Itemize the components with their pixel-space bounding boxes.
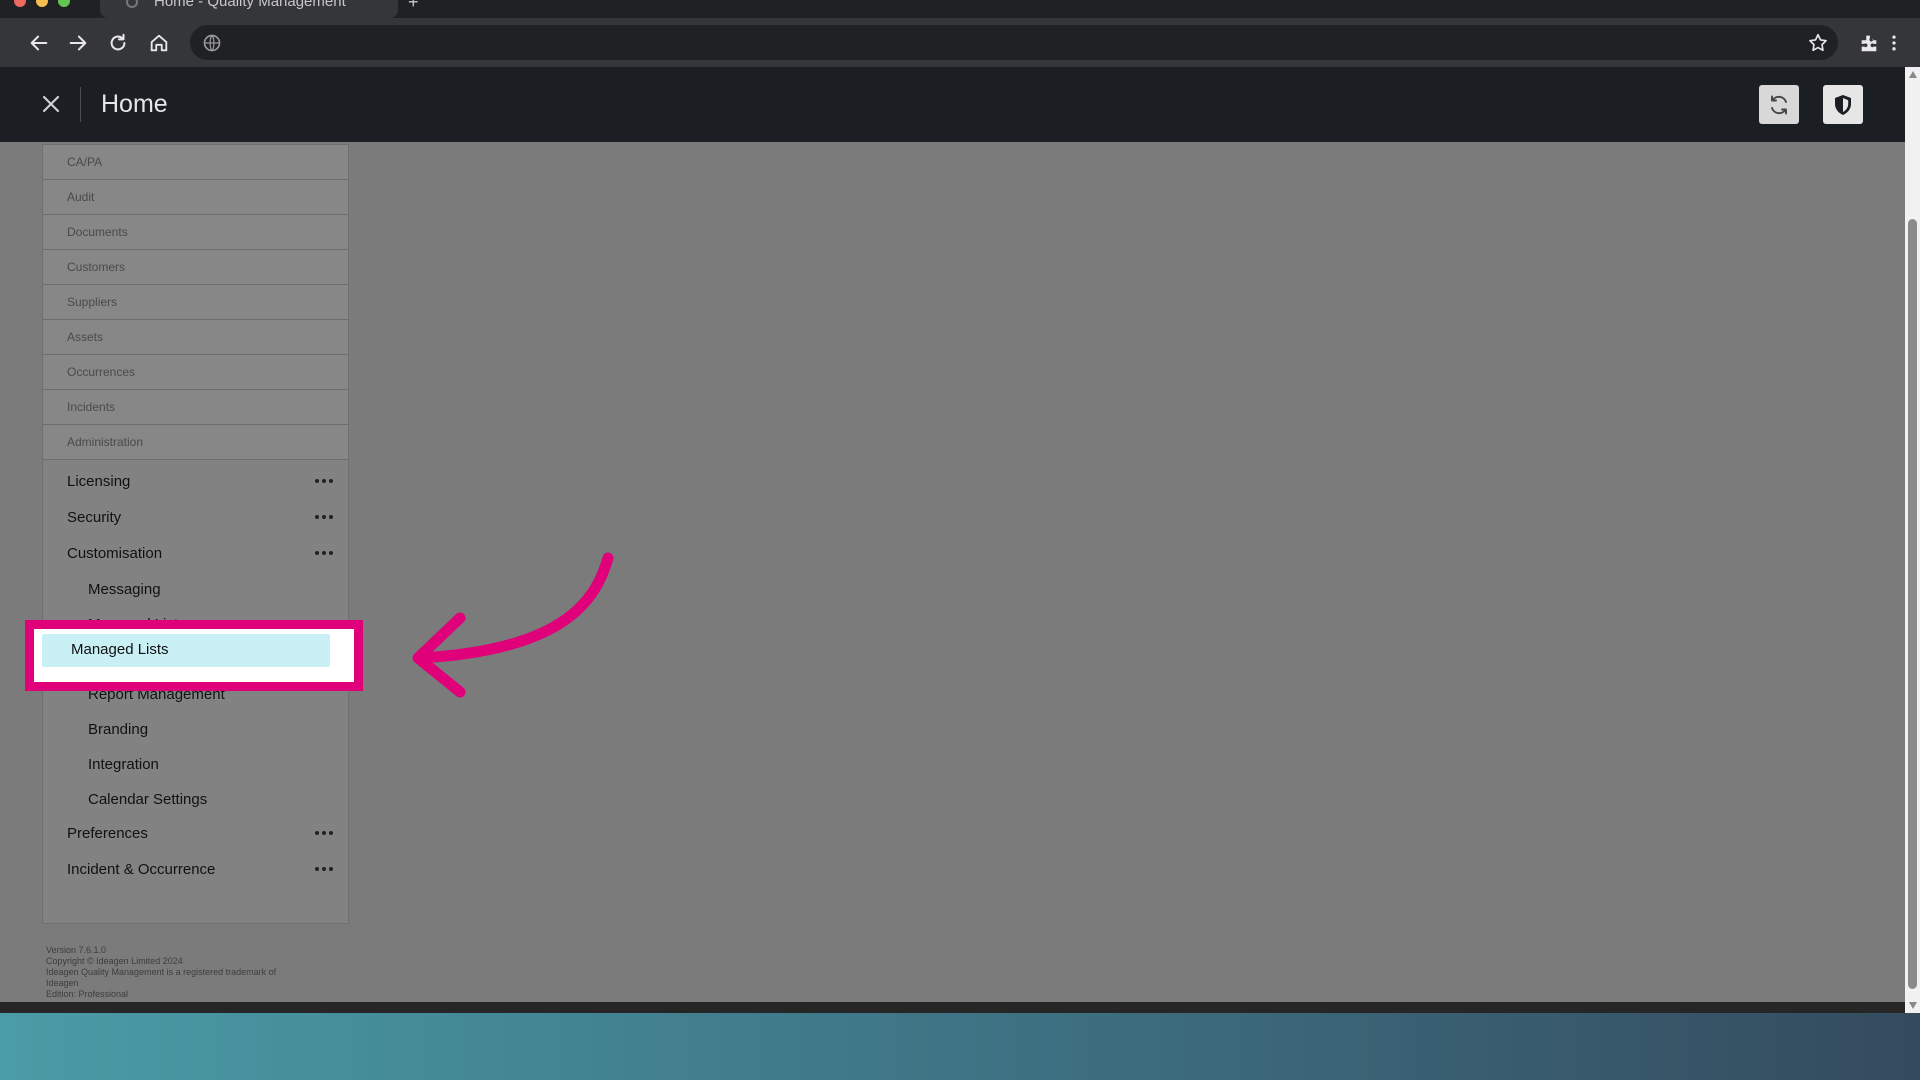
puzzle-icon bbox=[1861, 35, 1877, 52]
sidebar-item-customisation[interactable]: Customisation bbox=[43, 536, 348, 571]
security-button[interactable] bbox=[1823, 85, 1863, 124]
edition-text: Edition: Professional bbox=[46, 989, 129, 999]
back-button[interactable] bbox=[22, 26, 56, 60]
sidebar-module-label: Documents bbox=[67, 225, 128, 239]
sidebar-item-label: Messaging bbox=[88, 581, 161, 598]
version-text: Version 7.6.1.0 bbox=[46, 945, 107, 955]
app-header: Home bbox=[0, 67, 1905, 142]
sidebar-item-label: Incident & Occurrence bbox=[67, 861, 216, 878]
highlight-frame: Managed Lists bbox=[25, 620, 363, 691]
sidebar-item-licensing[interactable]: Licensing bbox=[43, 464, 348, 499]
browser-toolbar bbox=[0, 18, 1920, 67]
kebab-menu-icon bbox=[1892, 35, 1896, 51]
globe-icon bbox=[126, 0, 138, 8]
trademark-company-text: Ideagen bbox=[46, 978, 79, 988]
close-icon bbox=[42, 95, 60, 113]
sidebar-module-occurrences[interactable]: Occurrences bbox=[43, 355, 348, 390]
scroll-up-arrow-icon[interactable] bbox=[1909, 71, 1917, 78]
more-horizontal-icon[interactable] bbox=[315, 551, 333, 557]
sidebar-item-branding[interactable]: Branding bbox=[43, 712, 348, 747]
sidebar-module-administration[interactable]: Administration bbox=[43, 425, 348, 460]
arrow-back-icon bbox=[30, 35, 48, 51]
sidebar-module-label: CA/PA bbox=[67, 155, 103, 169]
scroll-thumb[interactable] bbox=[1908, 219, 1917, 989]
sidebar-item-security[interactable]: Security bbox=[43, 500, 348, 535]
refresh-button[interactable] bbox=[1759, 85, 1799, 124]
sidebar-item-messaging[interactable]: Messaging bbox=[43, 572, 348, 607]
sidebar-module-ca-pa[interactable]: CA/PA bbox=[43, 145, 348, 180]
more-horizontal-icon[interactable] bbox=[315, 867, 333, 873]
module-list: CA/PA Audit Documents Customers Suppliers Ass… bbox=[43, 145, 348, 460]
home-button[interactable] bbox=[142, 26, 176, 60]
extensions-button[interactable] bbox=[1852, 26, 1886, 60]
sidebar-module-label: Audit bbox=[67, 190, 95, 204]
browser-menu-button[interactable] bbox=[1884, 26, 1904, 60]
page-title: Home bbox=[101, 90, 168, 118]
sidebar-item-label: Managed Lists bbox=[71, 641, 169, 658]
footer-info: Version 7.6.1.0 Copyright © Ideagen Limi… bbox=[46, 945, 336, 1000]
close-button[interactable] bbox=[36, 89, 66, 119]
sidebar-module-label: Suppliers bbox=[67, 295, 118, 309]
browser-tab[interactable]: Home - Quality Management bbox=[100, 0, 398, 18]
sidebar-module-documents[interactable]: Documents bbox=[43, 215, 348, 250]
sidebar-module-incidents[interactable]: Incidents bbox=[43, 390, 348, 425]
bookmark-button[interactable] bbox=[1801, 26, 1835, 60]
window-close-dot[interactable] bbox=[14, 0, 26, 7]
desktop-background bbox=[0, 1013, 1920, 1080]
shield-icon bbox=[1835, 94, 1851, 115]
sidebar-item-label: Customisation bbox=[67, 545, 163, 562]
more-horizontal-icon[interactable] bbox=[315, 831, 333, 837]
sidebar-item-label: Licensing bbox=[67, 473, 131, 490]
sidebar-nav: CA/PA Audit Documents Customers Suppliers Ass… bbox=[42, 144, 349, 924]
sidebar-module-label: Administration bbox=[67, 435, 144, 449]
home-icon bbox=[150, 34, 168, 52]
window-minimize-dot[interactable] bbox=[36, 0, 48, 7]
more-horizontal-icon[interactable] bbox=[315, 479, 333, 485]
sidebar-item-preferences[interactable]: Preferences bbox=[43, 816, 348, 851]
site-info-icon[interactable] bbox=[202, 33, 222, 53]
trademark-text: Ideagen Quality Management is a register… bbox=[46, 967, 277, 977]
browser-tab-strip: Home - Quality Management + bbox=[0, 0, 1920, 18]
sidebar-module-audit[interactable]: Audit bbox=[43, 180, 348, 215]
sidebar-item-label: Preferences bbox=[67, 825, 148, 842]
sidebar-item-label: Integration bbox=[88, 756, 159, 773]
more-horizontal-icon[interactable] bbox=[315, 515, 333, 521]
sidebar-module-label: Occurrences bbox=[67, 365, 136, 379]
copyright-text: Copyright © Ideagen Limited 2024 bbox=[46, 956, 183, 966]
sidebar-module-suppliers[interactable]: Suppliers bbox=[43, 285, 348, 320]
sidebar-item-label: Branding bbox=[88, 721, 149, 738]
page-scrollbar[interactable] bbox=[1905, 67, 1920, 1013]
sidebar-item-calendar-settings[interactable]: Calendar Settings bbox=[43, 782, 348, 817]
sidebar-item-incident-occurrence[interactable]: Incident & Occurrence bbox=[43, 852, 348, 887]
window-bottom-edge bbox=[0, 1002, 1905, 1013]
sidebar-module-label: Assets bbox=[67, 330, 104, 344]
address-bar[interactable] bbox=[190, 25, 1838, 60]
scroll-down-arrow-icon[interactable] bbox=[1909, 1002, 1917, 1009]
sidebar-module-assets[interactable]: Assets bbox=[43, 320, 348, 355]
sidebar-item-integration[interactable]: Integration bbox=[43, 747, 348, 782]
sidebar-item-label: Security bbox=[67, 509, 122, 526]
star-icon bbox=[1809, 33, 1827, 52]
tab-title: Home - Quality Management bbox=[154, 0, 346, 10]
reload-icon bbox=[110, 33, 126, 51]
forward-button[interactable] bbox=[61, 26, 95, 60]
arrow-forward-icon bbox=[69, 35, 87, 51]
sidebar-item-managed-lists[interactable]: Managed Lists bbox=[42, 634, 330, 667]
sidebar-item-label: Calendar Settings bbox=[88, 791, 208, 808]
sidebar-module-label: Incidents bbox=[67, 400, 116, 414]
new-tab-button[interactable]: + bbox=[408, 0, 419, 11]
refresh-icon bbox=[1771, 95, 1787, 114]
sidebar-module-customers[interactable]: Customers bbox=[43, 250, 348, 285]
reload-button[interactable] bbox=[101, 26, 135, 60]
header-divider bbox=[80, 87, 81, 122]
arrow-left-icon bbox=[412, 552, 614, 698]
window-zoom-dot[interactable] bbox=[58, 0, 70, 7]
sidebar-module-label: Customers bbox=[67, 260, 126, 274]
